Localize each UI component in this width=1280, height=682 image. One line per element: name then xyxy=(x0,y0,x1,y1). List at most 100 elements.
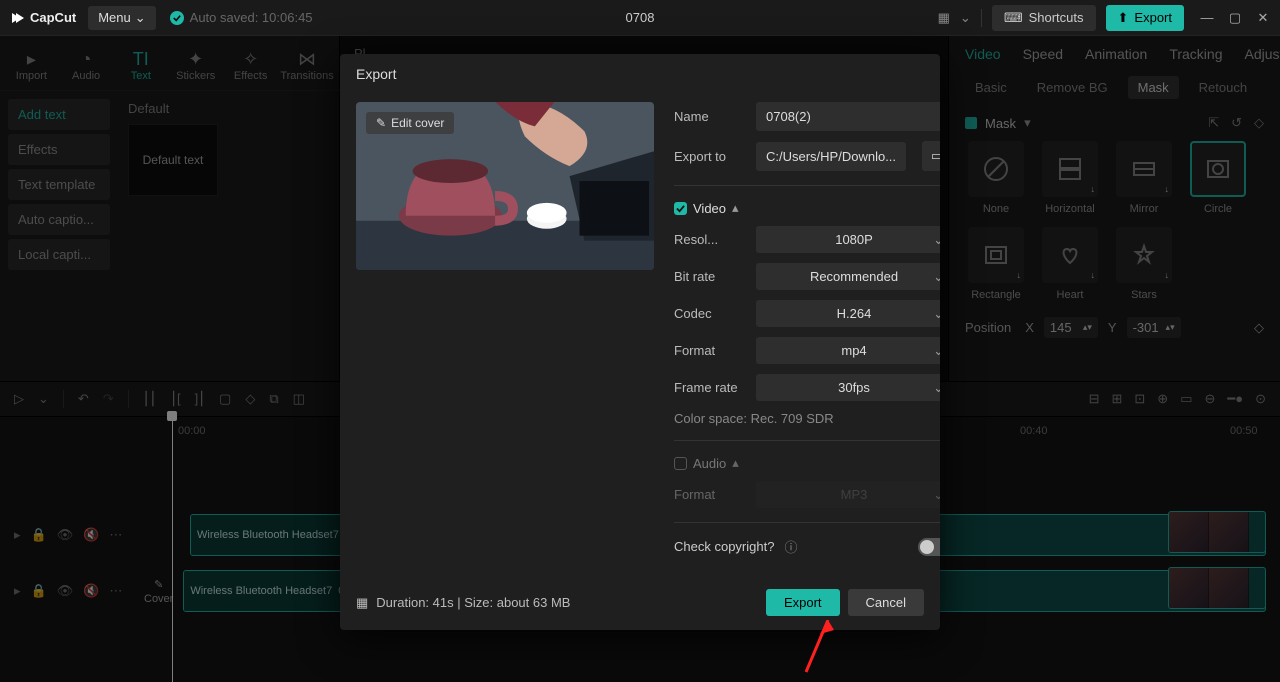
zoom-fit-icon[interactable]: ⊙ xyxy=(1255,391,1266,407)
subtab-basic[interactable]: Basic xyxy=(965,76,1017,99)
app-logo: CapCut xyxy=(10,10,76,26)
mask-heart[interactable]: ↓Heart xyxy=(1039,227,1101,301)
default-text-card[interactable]: Default text xyxy=(128,124,218,196)
bitrate-select[interactable]: Recommended xyxy=(756,263,940,290)
codec-select[interactable]: H.264 xyxy=(756,300,940,327)
resolution-select[interactable]: 1080P xyxy=(756,226,940,253)
chevron-up-icon[interactable]: ▴ xyxy=(732,200,739,216)
mask-circle[interactable]: Circle xyxy=(1187,141,1249,215)
audio-checkbox[interactable] xyxy=(674,457,687,470)
keyframe-icon[interactable]: ◇ xyxy=(1254,320,1264,336)
maximize-icon[interactable]: ▢ xyxy=(1228,10,1242,26)
tab-animation[interactable]: Animation xyxy=(1085,46,1147,62)
format-select[interactable]: mp4 xyxy=(756,337,940,364)
export-button-top[interactable]: ⬆ Export xyxy=(1106,5,1184,31)
lock-icon[interactable]: 🔒 xyxy=(31,583,47,599)
sidebar-item-add-text[interactable]: Add text xyxy=(8,99,110,130)
playhead[interactable] xyxy=(172,417,173,682)
chevron-down-icon[interactable]: ⌄ xyxy=(960,10,971,26)
tool-icon[interactable]: ▭ xyxy=(1180,391,1192,407)
separator xyxy=(674,440,940,441)
delete-icon[interactable]: ▢ xyxy=(219,391,231,407)
export-confirm-button[interactable]: Export xyxy=(766,589,840,616)
marker-icon[interactable]: ◇ xyxy=(245,391,255,407)
cancel-button[interactable]: Cancel xyxy=(848,589,924,616)
tab-adjust[interactable]: Adjust xyxy=(1244,46,1280,62)
layout-icon[interactable]: ▦ xyxy=(938,10,950,26)
subtab-remove-bg[interactable]: Remove BG xyxy=(1027,76,1118,99)
pointer-icon[interactable]: ▷ xyxy=(14,391,24,407)
shortcuts-button[interactable]: ⌨ Shortcuts xyxy=(992,5,1096,31)
tab-effects[interactable]: ✧Effects xyxy=(223,44,278,90)
close-icon[interactable]: ✕ xyxy=(1256,10,1270,26)
collapse-icon[interactable]: ▸ xyxy=(14,583,21,599)
position-x-input[interactable]: 145▴▾ xyxy=(1044,317,1098,338)
trim-left-icon[interactable]: ⎮[ xyxy=(170,391,180,407)
chevron-up-icon[interactable]: ▴ xyxy=(732,455,739,471)
mask-none[interactable]: None xyxy=(965,141,1027,215)
tab-text[interactable]: TIText xyxy=(113,44,168,90)
mask-horizontal[interactable]: ↓Horizontal xyxy=(1039,141,1101,215)
undo-icon[interactable]: ↶ xyxy=(78,391,89,407)
sidebar-item-auto-captions[interactable]: Auto captio... xyxy=(8,204,110,235)
duplicate-icon[interactable]: ⧉ xyxy=(269,391,278,407)
mask-stars[interactable]: ↓Stars xyxy=(1113,227,1175,301)
sidebar-item-text-template[interactable]: Text template xyxy=(8,169,110,200)
menu-button[interactable]: Menu ⌄ xyxy=(88,6,155,30)
tab-transitions[interactable]: ⋈Transitions xyxy=(278,44,336,90)
tab-import[interactable]: ▸Import xyxy=(4,44,59,90)
cover-button[interactable]: ✎ Cover xyxy=(144,578,173,605)
visibility-icon[interactable]: 👁 xyxy=(57,583,74,599)
edit-cover-button[interactable]: ✎ Edit cover xyxy=(366,112,454,134)
reset-icon[interactable]: ↺ xyxy=(1231,115,1242,131)
collapse-icon[interactable]: ▸ xyxy=(14,527,21,543)
crop-icon[interactable]: ◫ xyxy=(293,391,305,407)
redo-icon[interactable]: ↷ xyxy=(103,391,114,407)
minimize-icon[interactable]: — xyxy=(1200,10,1214,26)
more-icon[interactable]: ⋯ xyxy=(109,583,122,599)
split-icon[interactable]: ⎮⎮ xyxy=(143,391,157,407)
more-icon[interactable]: ⋯ xyxy=(109,527,122,543)
framerate-select[interactable]: 30fps xyxy=(756,374,940,401)
zoom-slider[interactable]: ━● xyxy=(1227,391,1243,407)
tab-stickers[interactable]: ✦Stickers xyxy=(168,44,223,90)
tool-icon[interactable]: ⊕ xyxy=(1157,391,1168,407)
clip-2-continued[interactable] xyxy=(1168,567,1266,609)
mute-icon[interactable]: 🔇 xyxy=(83,583,99,599)
browse-folder-button[interactable]: ▭ xyxy=(922,141,940,171)
trim-right-icon[interactable]: ]⎮ xyxy=(195,391,205,407)
exportto-input[interactable]: C:/Users/HP/Downlo... xyxy=(756,142,906,171)
mask-rectangle[interactable]: ↓Rectangle xyxy=(965,227,1027,301)
lock-icon[interactable]: 🔒 xyxy=(31,527,47,543)
mute-icon[interactable]: 🔇 xyxy=(83,527,99,543)
tab-audio[interactable]: ◔Audio xyxy=(59,44,114,90)
clip-1-continued[interactable] xyxy=(1168,511,1266,553)
tool-icon[interactable]: ⊞ xyxy=(1111,391,1122,407)
tab-speed[interactable]: Speed xyxy=(1023,46,1063,62)
zoom-out-icon[interactable]: ⊖ xyxy=(1205,391,1216,407)
name-input[interactable]: 0708(2) xyxy=(756,102,940,131)
download-icon: ↓ xyxy=(1091,270,1096,280)
chevron-down-icon[interactable]: ⌄ xyxy=(38,391,49,407)
sidebar-item-local-captions[interactable]: Local capti... xyxy=(8,239,110,270)
visibility-icon[interactable]: 👁 xyxy=(57,527,74,543)
mask-checkbox[interactable] xyxy=(965,117,977,129)
stepper-icon: ▴▾ xyxy=(1083,322,1092,333)
name-value: 0708(2) xyxy=(766,109,811,124)
keyframe-icon[interactable]: ◇ xyxy=(1254,115,1264,131)
subtab-retouch[interactable]: Retouch xyxy=(1189,76,1257,99)
tab-label: Text xyxy=(131,70,151,82)
position-y-input[interactable]: -301▴▾ xyxy=(1127,317,1181,338)
video-checkbox[interactable] xyxy=(674,202,687,215)
subtab-mask[interactable]: Mask xyxy=(1128,76,1179,99)
tool-icon[interactable]: ⊟ xyxy=(1089,391,1100,407)
tool-icon[interactable]: ⊡ xyxy=(1134,391,1145,407)
help-icon[interactable]: ⓘ xyxy=(784,537,797,556)
sidebar-item-effects[interactable]: Effects xyxy=(8,134,110,165)
import-mask-icon[interactable]: ⇱ xyxy=(1208,115,1219,131)
mask-mirror[interactable]: ↓Mirror xyxy=(1113,141,1175,215)
tab-video[interactable]: Video xyxy=(965,46,1001,62)
copyright-toggle[interactable] xyxy=(918,538,940,556)
tab-tracking[interactable]: Tracking xyxy=(1169,46,1222,62)
film-icon: ▦ xyxy=(356,595,368,611)
